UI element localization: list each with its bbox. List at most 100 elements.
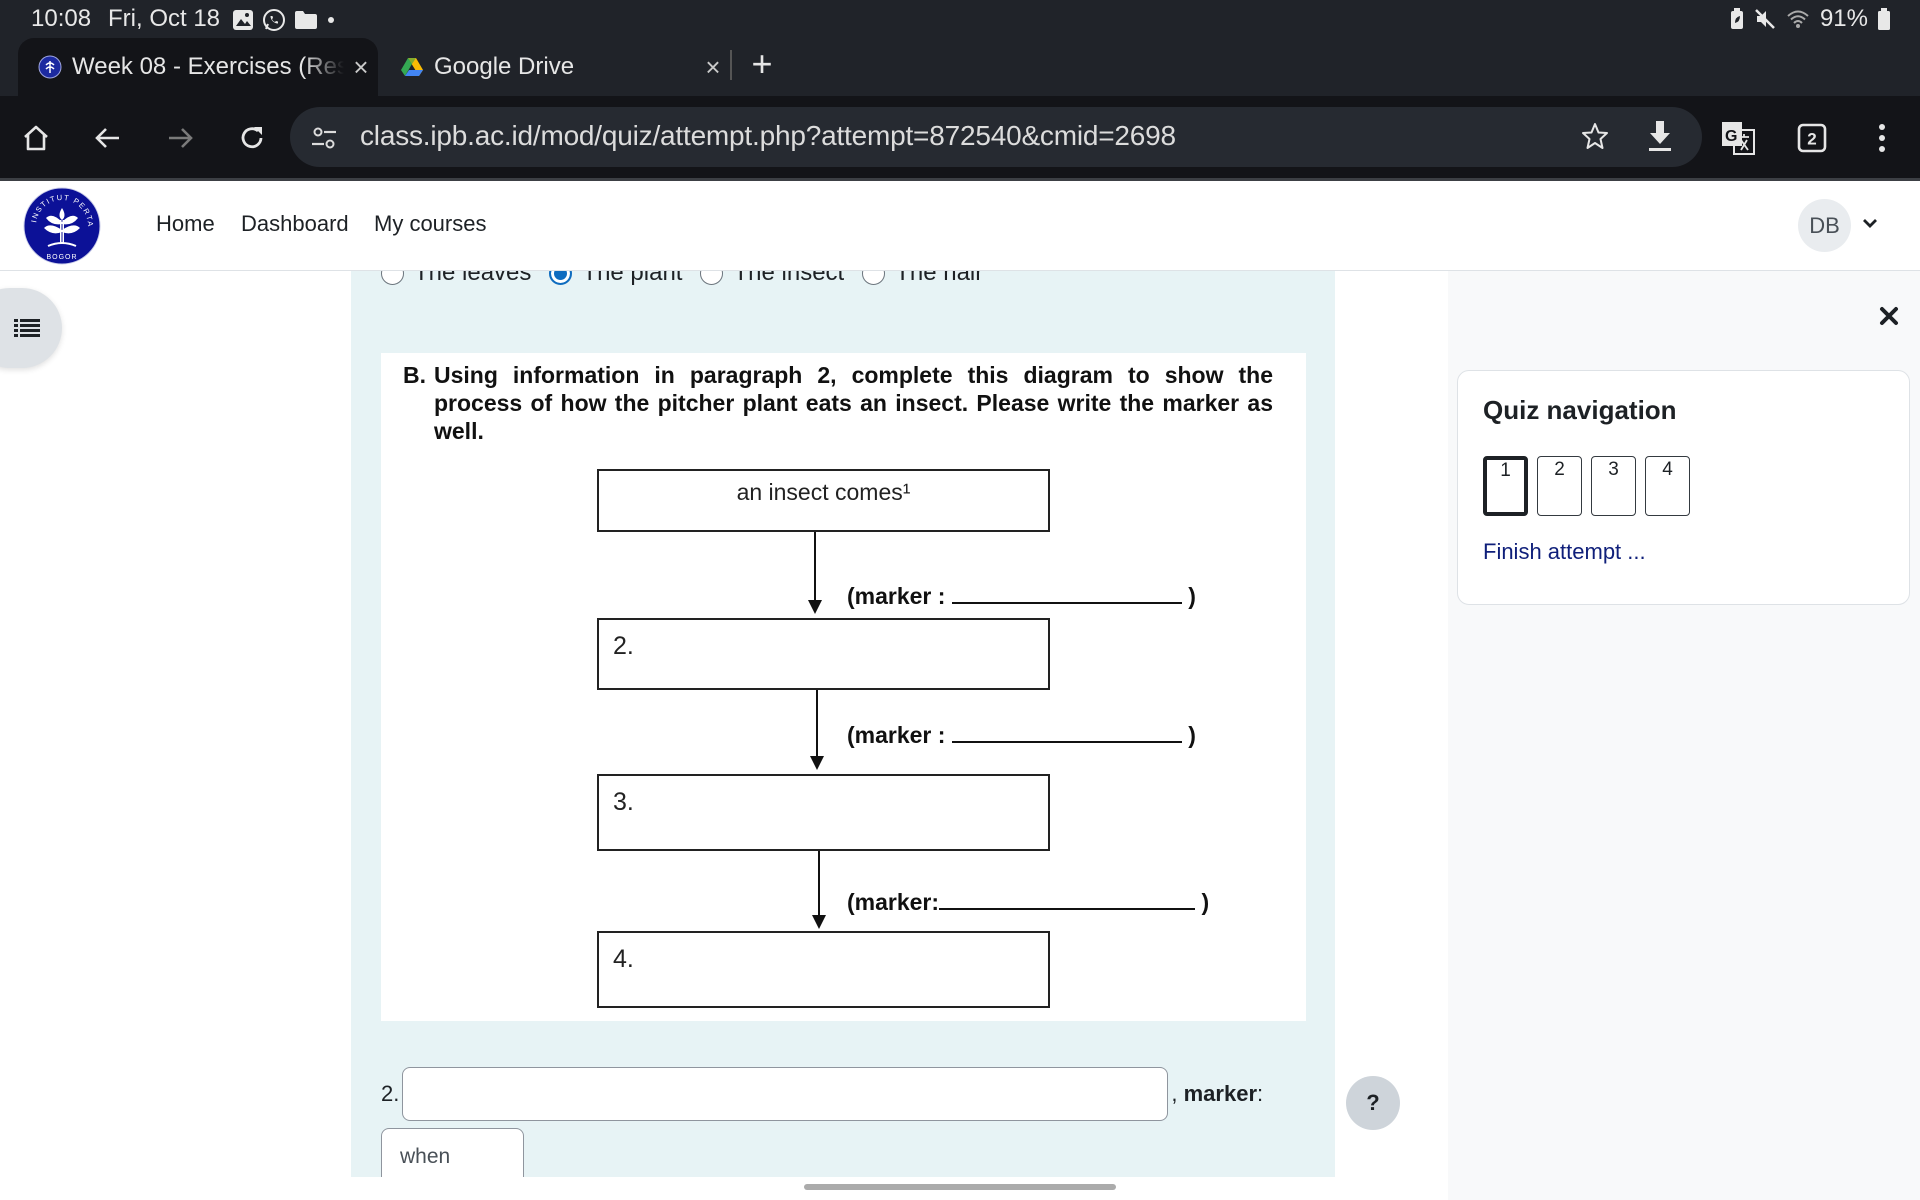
list-icon [14,319,40,337]
forward-arrow-icon [169,128,193,148]
tab-count: 2 [1807,130,1816,149]
answer-text-input[interactable] [402,1067,1169,1121]
diagram-box-1: an insect comes¹ [597,469,1050,532]
diagram-box-number: 4. [613,945,634,973]
dot-icon [328,17,334,23]
diagram-box-3: 3. [597,774,1050,851]
marker-label: (marker : [847,583,952,609]
reload-button[interactable] [228,114,276,162]
system-icons: 91% [1730,5,1890,33]
diagram-box-number: 2. [613,632,634,660]
url-text[interactable]: class.ipb.ac.id/mod/quiz/attempt.php?att… [360,120,1176,152]
address-bar[interactable]: class.ipb.ac.id/mod/quiz/attempt.php?att… [290,107,1702,167]
radio-button[interactable] [700,271,724,285]
nav-link-my-courses[interactable]: My courses [374,211,486,237]
nav-link-home[interactable]: Home [156,211,215,237]
svg-text:G: G [1725,128,1737,145]
diagram-marker-1: (marker : ) [847,583,1196,610]
google-drive-icon [401,58,423,76]
quiz-navigation-block: Quiz navigation 1 2 3 4 Finish attempt .… [1457,370,1910,605]
home-icon [24,125,48,151]
browser-menu-button[interactable] [1858,114,1906,162]
status-bar: 10:08 Fri, Oct 18 91% [0,0,1920,38]
tab-title: Week 08 - Exercises (Res [72,53,344,80]
marker-close: ) [1201,889,1210,915]
tab-title: Google Drive [434,53,575,80]
back-button[interactable] [84,114,132,162]
radio-label: The hair [895,271,984,286]
marker-word: marker [1183,1081,1257,1106]
quiz-question-1-button[interactable]: 1 [1483,456,1528,516]
diagram-box-number: 3. [613,788,634,816]
help-button[interactable]: ? [1346,1076,1400,1130]
close-drawer-icon[interactable] [1874,301,1904,331]
marker-close: ) [1188,722,1196,748]
instruction-text: Using information in paragraph 2, comple… [434,362,1273,444]
svg-text:BOGOR: BOGOR [46,254,77,261]
question-content: The leaves The plant The insect The hair… [351,271,1335,1177]
answer-number: 2. [381,1081,400,1106]
site-navbar: INSTITUT PERTANIAN BOGOR Home Dashboard … [0,181,1920,271]
quiz-navigation-title: Quiz navigation [1483,395,1677,425]
marker-blank [951,584,1182,604]
quiz-question-3-button[interactable]: 3 [1591,456,1636,516]
tab-separator [730,50,732,80]
diagram-arrowhead [812,915,826,929]
radio-button[interactable] [381,271,404,285]
quiz-question-2-button[interactable]: 2 [1537,456,1582,516]
notification-icons [232,8,336,32]
marker-select[interactable]: when [381,1128,524,1177]
translate-button[interactable]: G [1714,114,1762,162]
radio-option-the-leaves[interactable]: The leaves [381,271,531,287]
battery-icon [1878,8,1890,30]
marker-suffix: : [1257,1081,1264,1106]
site-settings-icon [312,127,336,149]
diagram-instruction: B. Using information in paragraph 2, com… [403,361,1273,445]
wifi-icon [1787,10,1809,28]
course-index-toggle[interactable] [0,288,62,368]
diagram-box-4: 4. [597,931,1050,1008]
radio-option-the-hair[interactable]: The hair [862,271,983,287]
mute-icon [1755,9,1775,29]
previous-question-options: The leaves The plant The insect The hair [381,271,1001,287]
marker-label: , marker: [1171,1081,1263,1107]
reload-icon [241,127,263,149]
answer-row-2: 2. , marker: [381,1067,1263,1121]
translate-icon: G [1722,122,1755,155]
horizontal-scroll-indicator[interactable] [804,1184,1116,1190]
new-tab-button[interactable]: + [745,44,779,88]
ipb-university-logo[interactable]: INSTITUT PERTANIAN BOGOR [22,186,102,266]
question-diagram-image: B. Using information in paragraph 2, com… [381,353,1306,1021]
radio-button-checked[interactable] [549,271,573,285]
radio-button[interactable] [862,271,886,285]
quiz-question-4-button[interactable]: 4 [1645,456,1690,516]
battery-percent: 91% [1819,5,1868,32]
user-avatar[interactable]: DB [1798,199,1851,252]
close-tab-icon[interactable]: × [344,52,378,83]
radio-label: The plant [582,271,683,286]
tab-week-08-exercises[interactable]: Week 08 - Exercises (Res × [18,38,378,96]
diagram-marker-3: (marker: ) [847,889,1209,916]
marker-blank [939,890,1196,910]
finish-attempt-link[interactable]: Finish attempt ... [1483,539,1646,565]
user-menu-chevron-down-icon[interactable] [1862,217,1878,229]
tab-google-drive[interactable]: Google Drive × [380,38,730,96]
browser-toolbar: class.ipb.ac.id/mod/quiz/attempt.php?att… [0,96,1920,178]
diagram-arrowhead [808,600,822,614]
tab-switcher-button[interactable]: 2 [1788,114,1836,162]
marker-close: ) [1188,583,1196,609]
date: Fri, Oct 18 [108,5,221,32]
radio-option-the-insect[interactable]: The insect [700,271,844,287]
close-tab-icon[interactable]: × [696,52,730,83]
nav-link-dashboard[interactable]: Dashboard [241,211,349,237]
radio-option-the-plant[interactable]: The plant [549,271,682,287]
marker-label: (marker : [847,722,952,748]
home-button[interactable] [12,114,60,162]
download-icon[interactable] [1645,119,1675,153]
forward-button[interactable] [156,114,204,162]
bookmark-star-icon[interactable] [1580,121,1610,151]
marker-prefix: , [1171,1081,1178,1106]
diagram-box-2: 2. [597,618,1050,690]
more-vertical-icon [1879,124,1885,152]
diagram-arrow-line [818,851,820,917]
